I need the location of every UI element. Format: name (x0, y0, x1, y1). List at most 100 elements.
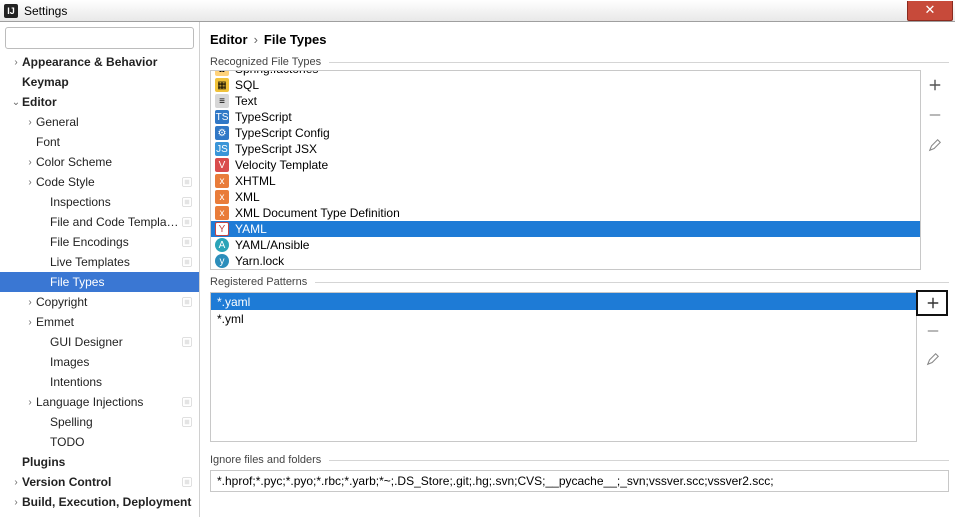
edit-pattern-button[interactable] (924, 350, 942, 368)
tree-item-languages-frameworks[interactable]: ›Languages & Frameworks (0, 512, 199, 517)
settings-container: ›Appearance & Behavior Keymap ⌄Editor›Gene… (0, 22, 955, 517)
file-type-name: YAML (235, 222, 267, 236)
plus-icon (928, 78, 942, 92)
app-icon: IJ (4, 4, 18, 18)
project-scope-icon (181, 296, 193, 308)
ignore-files-label: Ignore files and folders (210, 454, 949, 466)
tree-item-label: Spelling (50, 415, 181, 429)
pattern-row[interactable]: *.yml (211, 310, 916, 327)
tree-item-label: Emmet (36, 315, 199, 329)
file-type-row[interactable]: VVelocity Template (211, 157, 920, 173)
file-type-icon: x (215, 190, 229, 204)
pattern-row[interactable]: *.yaml (211, 293, 916, 310)
tree-item-keymap[interactable]: Keymap (0, 72, 199, 92)
settings-tree[interactable]: ›Appearance & Behavior Keymap ⌄Editor›Gene… (0, 52, 199, 517)
file-type-row[interactable]: xXML Document Type Definition (211, 205, 920, 221)
tree-item-label: Version Control (22, 475, 181, 489)
project-scope-icon (181, 176, 193, 188)
file-type-row[interactable]: ▦SQL (211, 77, 920, 93)
file-type-icon: ≡ (215, 94, 229, 108)
tree-item-code-style[interactable]: ›Code Style (0, 172, 199, 192)
tree-arrow-icon: › (10, 497, 22, 508)
tree-item-label: File and Code Templates (50, 215, 181, 229)
project-scope-icon (181, 416, 193, 428)
file-type-row[interactable]: ⚙ TypeScript Config (211, 125, 920, 141)
close-icon: ✕ (925, 2, 936, 18)
file-type-row[interactable]: ✿Spring.factories (211, 70, 920, 77)
file-type-row[interactable]: JSTypeScript JSX (211, 141, 920, 157)
tree-item-version-control[interactable]: ›Version Control (0, 472, 199, 492)
file-types-list[interactable]: ✿Spring.factories▦SQL≡TextTSTypeScript⚙ T… (210, 70, 921, 270)
tree-item-plugins[interactable]: Plugins (0, 452, 199, 472)
remove-file-type-button[interactable] (926, 106, 944, 124)
tree-item-appearance-behavior[interactable]: ›Appearance & Behavior (0, 52, 199, 72)
tree-item-inspections[interactable]: Inspections (0, 192, 199, 212)
tree-item-copyright[interactable]: ›Copyright (0, 292, 199, 312)
tree-item-file-encodings[interactable]: File Encodings (0, 232, 199, 252)
tree-item-editor[interactable]: ⌄Editor (0, 92, 199, 112)
tree-item-label: Language Injections (36, 395, 181, 409)
tree-item-general[interactable]: ›General (0, 112, 199, 132)
file-type-row[interactable]: Y YAML (211, 221, 920, 237)
tree-item-todo[interactable]: TODO (0, 432, 199, 452)
file-type-name: TypeScript Config (235, 126, 330, 140)
file-type-icon: y (215, 254, 229, 268)
breadcrumb-leaf: File Types (264, 32, 327, 47)
file-type-icon: ▦ (215, 78, 229, 92)
tree-item-emmet[interactable]: ›Emmet (0, 312, 199, 332)
file-type-row[interactable]: x XHTML (211, 173, 920, 189)
project-scope-icon (181, 476, 193, 488)
file-type-name: Yarn.lock (235, 254, 284, 268)
tree-arrow-icon: › (24, 157, 36, 168)
file-types-toolbar (921, 70, 949, 270)
file-type-row[interactable]: AYAML/Ansible (211, 237, 920, 253)
add-file-type-button[interactable] (926, 76, 944, 94)
file-type-icon: JS (215, 142, 229, 156)
patterns-toolbar (917, 292, 949, 442)
file-type-icon: ⚙ (215, 126, 229, 140)
tree-item-images[interactable]: Images (0, 352, 199, 372)
file-type-icon: Y (215, 222, 229, 236)
tree-item-label: Live Templates (50, 255, 181, 269)
breadcrumb: Editor › File Types (210, 28, 949, 50)
edit-file-type-button[interactable] (926, 136, 944, 154)
add-pattern-button[interactable] (924, 294, 942, 312)
file-type-icon: x (215, 206, 229, 220)
tree-item-spelling[interactable]: Spelling (0, 412, 199, 432)
file-type-name: YAML/Ansible (235, 238, 309, 252)
project-scope-icon (181, 216, 193, 228)
section-label-text: Registered Patterns (210, 276, 307, 288)
ignore-files-input[interactable] (210, 470, 949, 492)
window-close-button[interactable]: ✕ (907, 1, 953, 21)
tree-item-language-injections[interactable]: ›Language Injections (0, 392, 199, 412)
patterns-list[interactable]: *.yaml*.yml (210, 292, 917, 442)
breadcrumb-root: Editor (210, 32, 248, 47)
tree-item-build-execution-deployment[interactable]: ›Build, Execution, Deployment (0, 492, 199, 512)
tree-item-file-and-code-templates[interactable]: File and Code Templates (0, 212, 199, 232)
tree-item-live-templates[interactable]: Live Templates (0, 252, 199, 272)
tree-item-label: Color Scheme (36, 155, 199, 169)
file-type-row[interactable]: y Yarn.lock (211, 253, 920, 269)
settings-sidebar: ›Appearance & Behavior Keymap ⌄Editor›Gene… (0, 22, 200, 517)
tree-item-color-scheme[interactable]: ›Color Scheme (0, 152, 199, 172)
file-type-name: XHTML (235, 174, 276, 188)
tree-item-label: Keymap (22, 75, 199, 89)
file-type-row[interactable]: ≡Text (211, 93, 920, 109)
project-scope-icon (181, 236, 193, 248)
file-type-row[interactable]: TSTypeScript (211, 109, 920, 125)
tree-item-gui-designer[interactable]: GUI Designer (0, 332, 199, 352)
settings-search-input[interactable] (5, 27, 194, 49)
file-type-name: Velocity Template (235, 158, 328, 172)
project-scope-icon (181, 396, 193, 408)
tree-arrow-icon: › (24, 117, 36, 128)
file-type-row[interactable]: xXML (211, 189, 920, 205)
tree-arrow-icon: › (24, 397, 36, 408)
tree-item-file-types[interactable]: File Types (0, 272, 199, 292)
tree-item-intentions[interactable]: Intentions (0, 372, 199, 392)
pattern-value: *.yaml (217, 295, 250, 309)
minus-icon (926, 324, 940, 338)
remove-pattern-button[interactable] (924, 322, 942, 340)
file-type-name: TypeScript (235, 110, 292, 124)
file-type-icon: x (215, 174, 229, 188)
tree-item-font[interactable]: Font (0, 132, 199, 152)
